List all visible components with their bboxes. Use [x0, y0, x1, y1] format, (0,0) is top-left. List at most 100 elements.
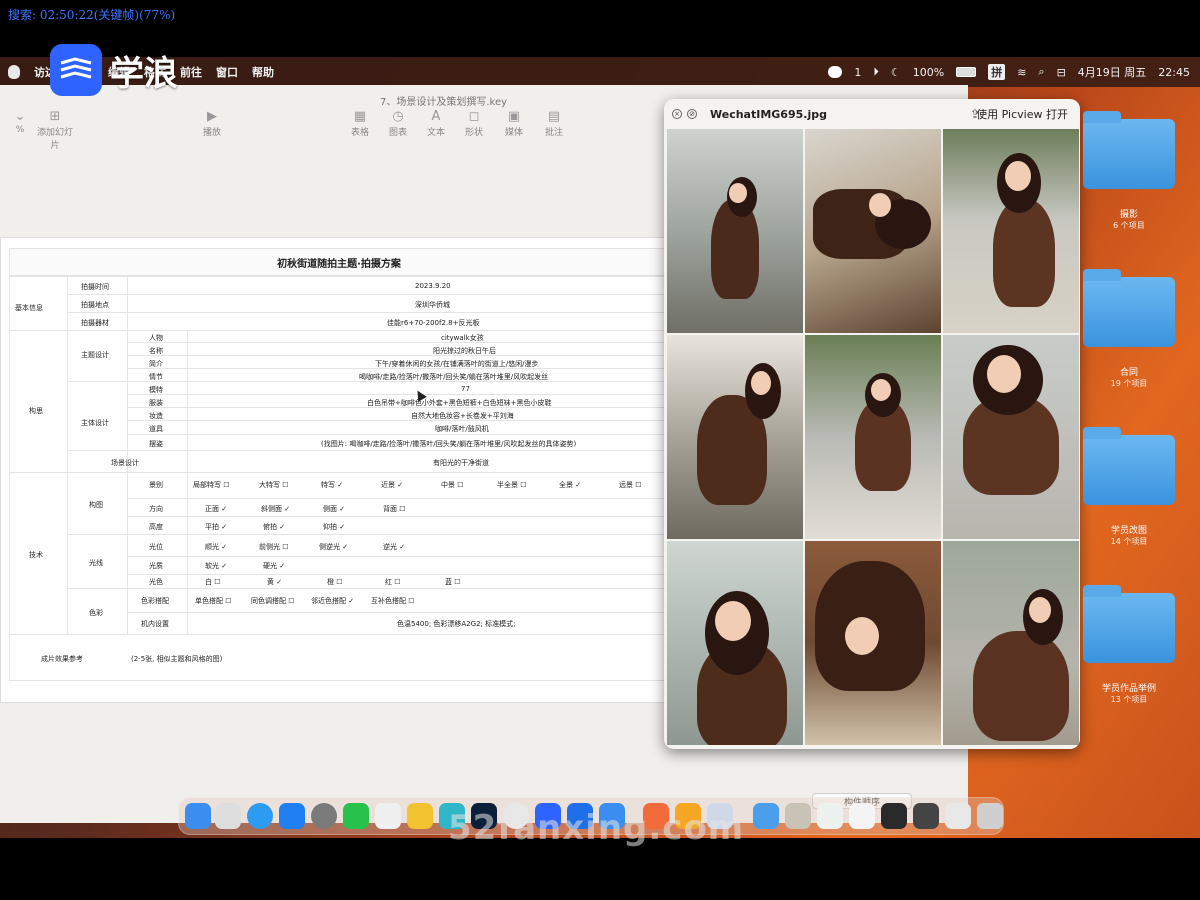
play-icon[interactable]: ⏵ — [873, 65, 879, 79]
light-color-3: 橙 ☐ — [327, 578, 343, 586]
logo-text: 学浪 — [110, 53, 178, 94]
menu-time: 22:45 — [1158, 65, 1190, 79]
value-shoot-time: 2023.9.20 — [415, 282, 451, 290]
baidu-netdisk-icon[interactable] — [375, 803, 401, 829]
wechat-dock-icon[interactable] — [343, 803, 369, 829]
subject-key-2: 服装 — [149, 399, 163, 407]
quality-1: 软光 ✓ — [205, 562, 228, 570]
zoom-control[interactable]: ⌄% — [0, 109, 40, 135]
grid-icon[interactable] — [945, 803, 971, 829]
shot-6: 半全景 ☐ — [497, 481, 527, 489]
app-store-icon[interactable] — [279, 803, 305, 829]
folder-student-edits[interactable]: 学员改图 14 个项目 — [1082, 427, 1176, 547]
subject-value-4: 咖啡/落叶/鼓风机 — [435, 425, 489, 433]
label-equipment: 拍摄器材 — [81, 319, 109, 327]
value-equipment: 佳能r6+70-200f2.8+反光板 — [387, 319, 480, 327]
label-light: 光线 — [89, 559, 103, 567]
position-3: 侧逆光 ✓ — [319, 543, 349, 551]
label-light-color: 光色 — [149, 578, 163, 586]
menu-help[interactable]: 帮助 — [252, 64, 274, 80]
value-scene-design: 有阳光的干净街道 — [433, 459, 489, 467]
slide-title: 初秋街道随拍主题·拍摄方案 — [9, 248, 669, 276]
menu-go[interactable]: 前往 — [180, 64, 202, 80]
shot-7: 全景 ✓ — [559, 481, 582, 489]
launchpad-icon[interactable] — [215, 803, 241, 829]
table-button[interactable]: ▦ 表格 — [340, 109, 380, 138]
menu-bar: 访达 编辑 格式 前往 窗口 帮助 1 ⏵ ☾ 100% 拼 ≋ ⌕ ⊟ 4月1… — [0, 57, 1200, 87]
shot-1: 局部特写 ☐ — [193, 481, 230, 489]
recent-screenshot-icon[interactable] — [881, 803, 907, 829]
safari-icon[interactable] — [247, 803, 273, 829]
text-button[interactable]: A 文本 — [416, 109, 456, 138]
photo-viewer-window: × ⊘ WechatIMG695.jpg ⇪ 使用 Picview 打开 — [664, 99, 1080, 749]
folder-photography[interactable]: 摄影 6 个项目 — [1082, 111, 1176, 231]
photo-viewer-titlebar: × ⊘ WechatIMG695.jpg ⇪ 使用 Picview 打开 — [664, 99, 1080, 129]
battery-icon[interactable] — [956, 67, 977, 77]
photo-2 — [805, 129, 941, 333]
label-height: 高度 — [149, 523, 163, 531]
menu-date: 4月19日 周五 — [1077, 66, 1147, 79]
recent-window-icon[interactable] — [913, 803, 939, 829]
photo-filename: WechatIMG695.jpg — [710, 107, 827, 121]
finder-icon[interactable] — [185, 803, 211, 829]
menu-window[interactable]: 窗口 — [216, 64, 238, 80]
comment-button[interactable]: ▤ 批注 — [534, 109, 574, 138]
label-direction: 方向 — [149, 505, 163, 513]
light-color-2: 黄 ✓ — [267, 578, 283, 586]
position-1: 顺光 ✓ — [205, 543, 228, 551]
theme-key-4: 情节 — [149, 373, 163, 381]
site-watermark: 52fanxing.com — [448, 808, 745, 848]
play-button[interactable]: ▶ 播放 — [192, 109, 232, 138]
recent-photo-icon[interactable] — [785, 803, 811, 829]
xuelang-logo-icon — [50, 44, 102, 96]
search-overlay-text: 搜索: 02:50:22(关键帧)(77%) — [8, 8, 176, 22]
position-4: 逆光 ✓ — [383, 543, 406, 551]
label-subject-design: 主体设计 — [81, 419, 109, 427]
wifi-icon[interactable]: ≋ — [1017, 66, 1026, 79]
search-icon[interactable]: ⌕ — [1038, 65, 1044, 79]
photo-collage[interactable] — [667, 129, 1079, 745]
recent-doc-icon[interactable] — [817, 803, 843, 829]
folder-student-examples[interactable]: 学员作品举例 13 个项目 — [1082, 585, 1176, 705]
trash-icon[interactable] — [977, 803, 1003, 829]
slide-canvas[interactable]: 初秋街道随拍主题·拍摄方案 基本信息 拍摄时间 2023.9.20 拍摄地点 深… — [0, 237, 672, 703]
media-button[interactable]: ▣ 媒体 — [494, 109, 534, 138]
theme-value-4: 喝咖啡/走路/捡落叶/撒落叶/回头笑/躺在落叶堆里/风吹起发丝 — [359, 373, 549, 381]
close-icon[interactable]: × — [672, 109, 682, 119]
theme-value-2: 阳光掠过的秋日午后 — [433, 347, 496, 355]
light-color-4: 红 ☐ — [385, 578, 401, 586]
xuelang-watermark: 学浪 — [50, 44, 178, 96]
subject-value-1: 77 — [461, 385, 470, 393]
photo-7 — [667, 541, 803, 745]
moon-icon[interactable]: ☾ — [891, 66, 901, 79]
shot-4: 近景 ✓ — [381, 481, 404, 489]
control-center-icon[interactable]: ⊟ — [1057, 66, 1066, 79]
chart-button[interactable]: ◷ 图表 — [378, 109, 418, 138]
shape-button[interactable]: ◻ 形状 — [454, 109, 494, 138]
photo-3 — [943, 129, 1079, 333]
disable-icon[interactable]: ⊘ — [687, 109, 697, 119]
match-2: 同色调搭配 ☐ — [251, 597, 295, 605]
value-shoot-place: 深圳华侨城 — [415, 301, 450, 309]
label-theme-design: 主题设计 — [81, 351, 109, 359]
mac-desktop: 访达 编辑 格式 前往 窗口 帮助 1 ⏵ ☾ 100% 拼 ≋ ⌕ ⊟ 4月1… — [0, 57, 1200, 838]
match-3: 邻近色搭配 ✓ — [311, 597, 355, 605]
label-camera-settings: 机内设置 — [141, 620, 169, 628]
desktop-folders: 摄影 6 个项目 合同 19 个项目 学员改图 14 个项目 学员作品举例 13… — [1080, 107, 1200, 727]
theme-key-3: 简介 — [149, 360, 163, 368]
position-2: 前侧光 ☐ — [259, 543, 289, 551]
open-with-picview-button[interactable]: 使用 Picview 打开 — [976, 106, 1068, 122]
apple-icon[interactable] — [8, 65, 20, 79]
shot-2: 大特写 ☐ — [259, 481, 289, 489]
label-light-position: 光位 — [149, 543, 163, 551]
recent-file-icon[interactable] — [849, 803, 875, 829]
downloads-folder-icon[interactable] — [753, 803, 779, 829]
folder-contracts[interactable]: 合同 19 个项目 — [1082, 269, 1176, 389]
wechat-icon[interactable] — [828, 66, 843, 78]
add-slide-button[interactable]: ⊞ 添加幻灯片 — [35, 109, 75, 151]
quality-2: 硬光 ✓ — [263, 562, 286, 570]
app-icon-yellow[interactable] — [407, 803, 433, 829]
system-settings-icon[interactable] — [311, 803, 337, 829]
input-method[interactable]: 拼 — [988, 64, 1006, 80]
theme-value-3: 下午/穿着休闲的女孩/在铺满落叶的街道上/悠闲/漫步 — [375, 360, 539, 368]
